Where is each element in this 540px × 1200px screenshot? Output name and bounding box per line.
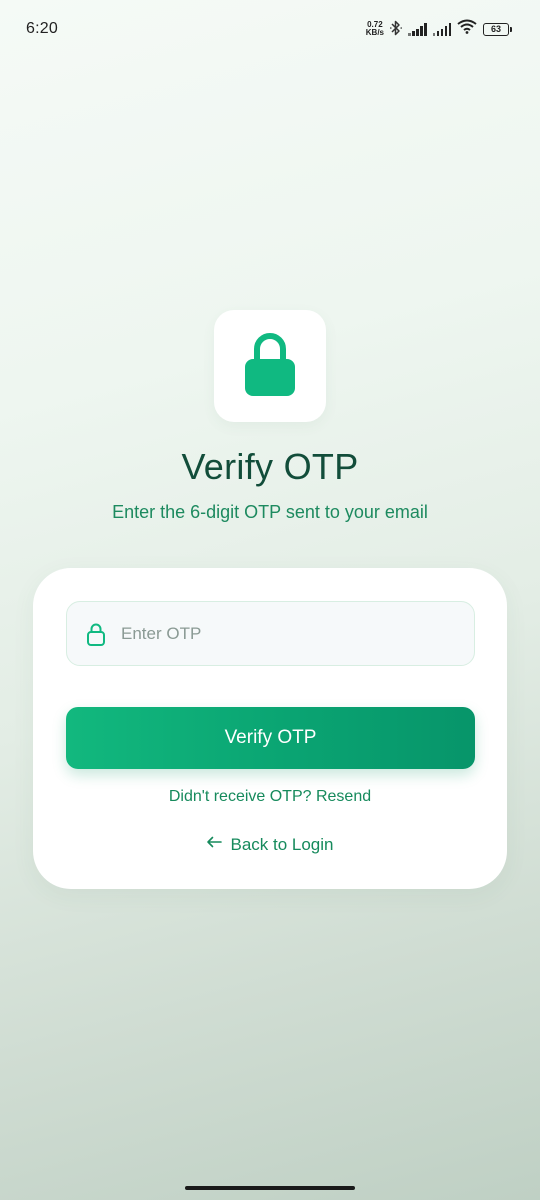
otp-card: Verify OTP Didn't receive OTP? Resend Ba… xyxy=(33,568,507,889)
lock-icon xyxy=(245,331,295,402)
signal-icon xyxy=(432,22,451,36)
arrow-left-icon xyxy=(206,833,223,853)
battery-level: 63 xyxy=(483,22,509,36)
wifi-icon xyxy=(457,19,477,39)
battery-icon: 63 xyxy=(483,22,512,36)
otp-field[interactable] xyxy=(66,601,475,666)
lock-tile xyxy=(214,310,326,422)
signal-icon xyxy=(408,22,427,36)
back-to-login-link[interactable]: Back to Login xyxy=(33,835,507,855)
verify-otp-button[interactable]: Verify OTP xyxy=(66,707,475,769)
status-bar: 6:20 0.72 KB/s 63 xyxy=(0,0,540,58)
lock-outline-icon xyxy=(87,622,105,646)
bluetooth-icon xyxy=(390,20,402,39)
back-to-login-label: Back to Login xyxy=(230,835,334,854)
network-speed: 0.72 KB/s xyxy=(366,21,384,37)
network-speed-unit: KB/s xyxy=(365,28,384,37)
page-title: Verify OTP xyxy=(181,446,359,487)
page-subtitle: Enter the 6-digit OTP sent to your email xyxy=(112,502,428,522)
home-indicator[interactable] xyxy=(185,1186,355,1190)
status-time: 6:20 xyxy=(26,20,58,37)
otp-input[interactable] xyxy=(121,623,421,644)
resend-otp-link[interactable]: Didn't receive OTP? Resend xyxy=(33,788,507,806)
status-icons: 0.72 KB/s 63 xyxy=(366,19,512,39)
